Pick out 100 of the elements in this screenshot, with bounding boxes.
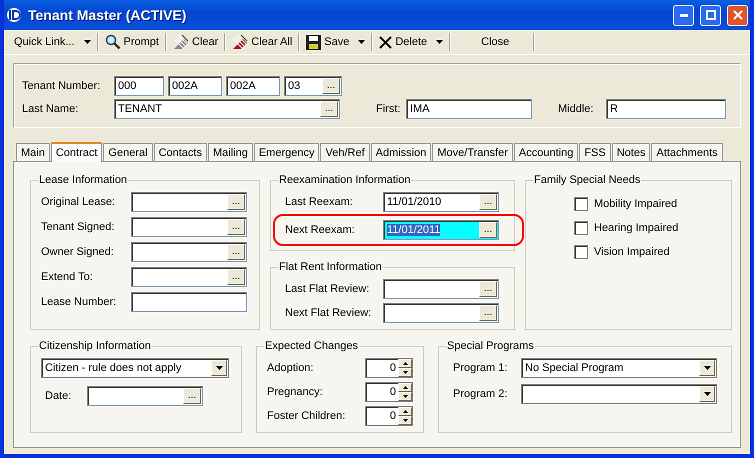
browse-button[interactable]: ... xyxy=(320,101,338,117)
group-title: Special Programs xyxy=(446,340,535,352)
minimize-button[interactable] xyxy=(673,4,694,26)
toolbar-button[interactable]: Quick Link... xyxy=(8,31,97,53)
field-label: First: xyxy=(376,103,402,115)
checkbox[interactable] xyxy=(574,197,588,211)
tab[interactable]: Notes xyxy=(612,143,650,161)
tab[interactable]: Move/Transfer xyxy=(432,143,513,161)
browse-button[interactable]: ... xyxy=(183,388,201,404)
number-spinner[interactable]: 0 xyxy=(365,382,413,402)
spin-up-button[interactable] xyxy=(398,383,412,392)
up-arrow-icon xyxy=(402,386,408,389)
down-arrow-icon xyxy=(402,419,408,422)
dropdown-button[interactable] xyxy=(211,360,227,376)
program-dropdown[interactable]: No Special Program xyxy=(521,358,717,378)
spin-up-button[interactable] xyxy=(398,359,412,368)
browse-button[interactable]: ... xyxy=(479,222,497,238)
first-name-field[interactable]: IMA xyxy=(406,99,532,119)
field-label: Adoption: xyxy=(267,362,314,374)
group-title: Lease Information xyxy=(38,174,128,186)
date-field[interactable]: ... xyxy=(383,279,499,299)
tenant-number-field[interactable]: 002A xyxy=(168,76,222,96)
date-field[interactable]: 11/01/2011 ... xyxy=(383,220,499,240)
caret-icon xyxy=(84,40,91,44)
tenant-number-field[interactable]: 000 xyxy=(114,76,164,96)
tab[interactable]: FSS xyxy=(579,143,611,161)
browse-button[interactable]: ... xyxy=(322,78,340,94)
toolbar-button[interactable]: Delete xyxy=(373,31,450,53)
date-field[interactable]: 11/01/2010 ... xyxy=(383,192,499,212)
toolbar-button[interactable]: Clear xyxy=(167,31,224,53)
up-arrow-icon xyxy=(402,362,408,365)
x-icon xyxy=(379,36,392,48)
field-label: Tenant Signed: xyxy=(41,221,116,233)
field-label: Last Name: xyxy=(22,103,80,115)
dropdown-button[interactable] xyxy=(699,386,715,402)
field-label: Program 1: xyxy=(452,362,508,374)
minimize-icon xyxy=(680,14,688,16)
tab[interactable]: Veh/Ref xyxy=(320,143,370,161)
middle-name-field[interactable]: R xyxy=(606,99,726,119)
field-label: Original Lease: xyxy=(41,196,116,208)
checkbox-label: Hearing Impaired xyxy=(594,222,678,234)
spin-down-button[interactable] xyxy=(398,368,412,377)
tab[interactable]: Accounting xyxy=(514,143,578,161)
tab[interactable]: Emergency xyxy=(254,143,320,161)
close-icon xyxy=(732,10,742,20)
eraser-icon xyxy=(232,34,248,50)
tab[interactable]: Main xyxy=(16,143,50,161)
field-label: Date: xyxy=(44,390,72,402)
last-name-field[interactable]: TENANT ... xyxy=(114,99,340,119)
text-field[interactable] xyxy=(131,292,247,312)
toolbar-button[interactable]: Save xyxy=(300,31,372,53)
date-field[interactable]: ... xyxy=(87,386,203,406)
date-field[interactable]: ... xyxy=(131,217,247,237)
browse-button[interactable]: ... xyxy=(227,194,245,210)
date-field[interactable]: ... xyxy=(131,242,247,262)
spin-down-button[interactable] xyxy=(398,416,412,425)
checkbox-label: Mobility Impaired xyxy=(594,198,678,210)
close-button[interactable] xyxy=(727,4,748,26)
maximize-icon xyxy=(706,10,716,20)
maximize-button[interactable] xyxy=(700,4,721,26)
tab[interactable]: Mailing xyxy=(208,143,253,161)
field-label: Lease Number: xyxy=(41,296,118,308)
browse-button[interactable]: ... xyxy=(479,305,497,321)
browse-button[interactable]: ... xyxy=(479,194,497,210)
date-field[interactable]: ... xyxy=(383,303,499,323)
program-dropdown[interactable] xyxy=(521,384,717,404)
toolbar-button[interactable]: Close xyxy=(451,31,534,53)
tenant-number-field[interactable]: 03 ... xyxy=(284,76,342,96)
tenant-number-field[interactable]: 002A xyxy=(226,76,280,96)
number-spinner[interactable]: 0 xyxy=(365,406,413,426)
date-field[interactable]: ... xyxy=(131,267,247,287)
caret-icon xyxy=(436,40,444,44)
tab[interactable]: Contract xyxy=(50,142,102,162)
toolbar-button[interactable]: Prompt xyxy=(98,31,165,53)
checkbox[interactable] xyxy=(574,245,588,259)
tab[interactable]: Attachments xyxy=(651,143,723,161)
browse-button[interactable]: ... xyxy=(227,269,245,285)
field-label: Owner Signed: xyxy=(41,246,115,258)
tab[interactable]: Contacts xyxy=(154,143,207,161)
field-label: Tenant Number: xyxy=(22,80,102,92)
spin-down-button[interactable] xyxy=(398,392,412,401)
down-arrow-icon xyxy=(402,395,408,398)
field-label: Program 2: xyxy=(452,388,508,400)
field-label: Pregnancy: xyxy=(267,386,324,398)
checkbox[interactable] xyxy=(574,221,588,235)
browse-button[interactable]: ... xyxy=(227,219,245,235)
tab[interactable]: General xyxy=(103,143,153,161)
date-field[interactable]: ... xyxy=(131,192,247,212)
browse-button[interactable]: ... xyxy=(227,244,245,260)
browse-button[interactable]: ... xyxy=(479,281,497,297)
group-title: Reexamination Information xyxy=(278,174,412,186)
spin-up-button[interactable] xyxy=(398,407,412,416)
number-spinner[interactable]: 0 xyxy=(365,358,413,378)
window-title: Tenant Master (ACTIVE) xyxy=(28,7,188,23)
dropdown-button[interactable] xyxy=(699,360,715,376)
toolbar-button[interactable]: Clear All xyxy=(226,31,298,53)
tab[interactable]: Admission xyxy=(370,143,432,161)
group-title: Family Special Needs xyxy=(533,174,642,186)
citizenship-dropdown[interactable]: Citizen - rule does not apply xyxy=(41,358,229,378)
app-icon xyxy=(6,7,22,23)
